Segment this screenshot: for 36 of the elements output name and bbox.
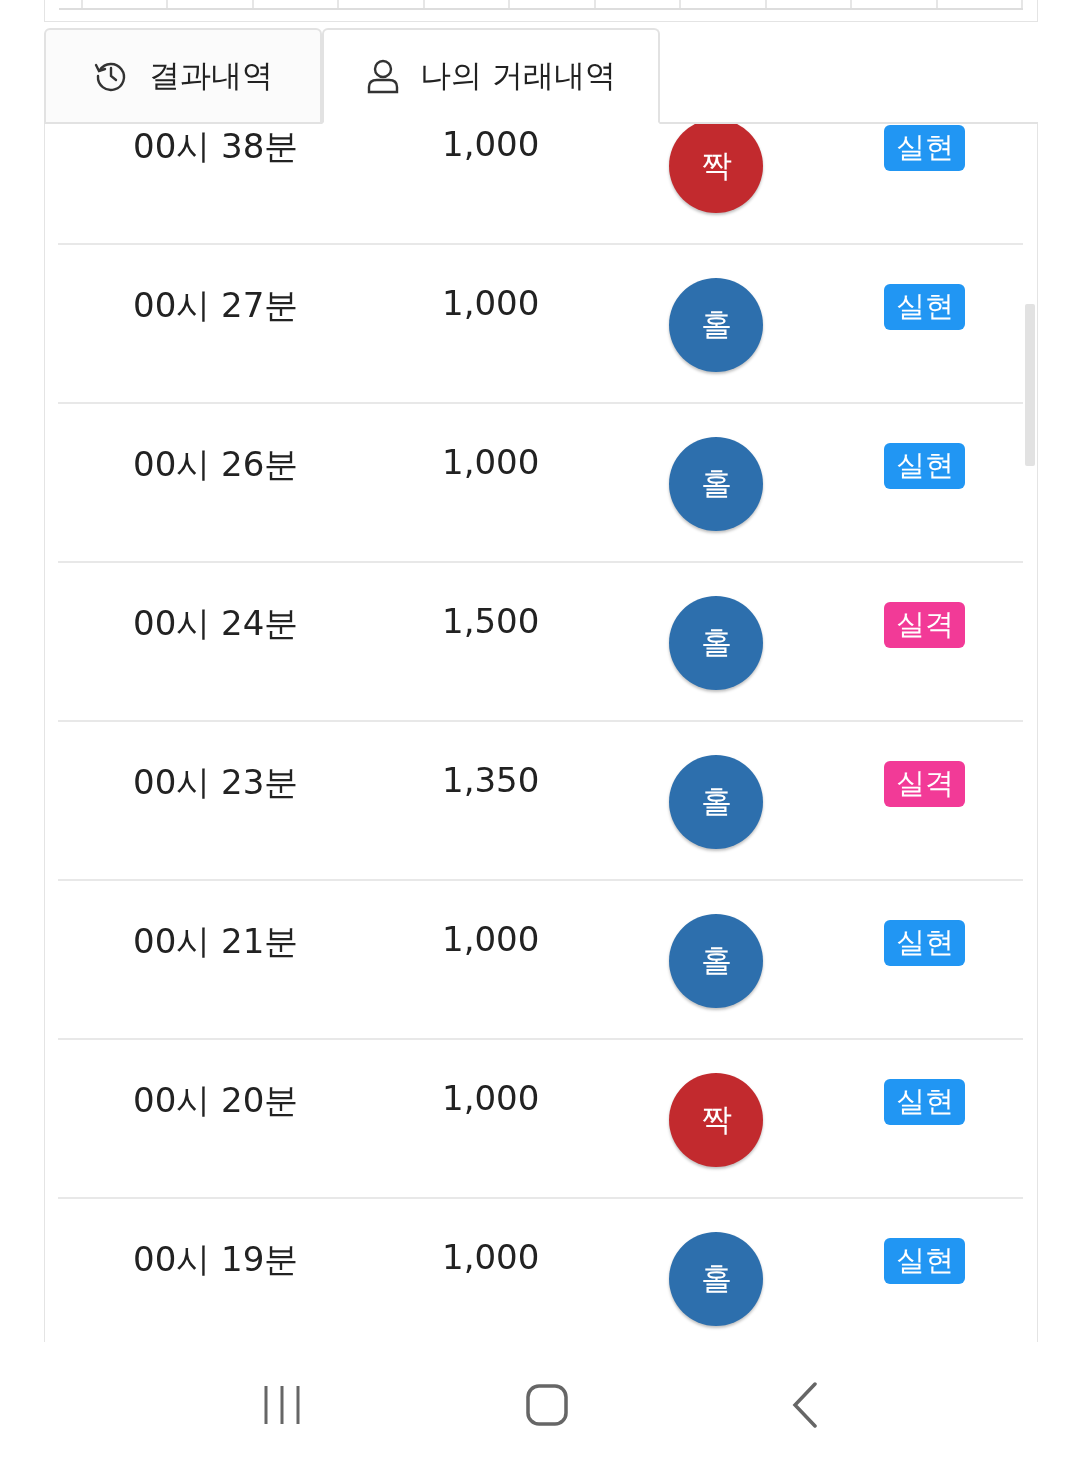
status-badge: 실격 <box>884 602 965 648</box>
amount-text: 1,350 <box>442 760 541 800</box>
time-text: 00시 19분 <box>133 1238 300 1281</box>
status-badge: 실현 <box>884 443 965 489</box>
status-badge: 실격 <box>884 761 965 807</box>
status-badge: 실현 <box>884 284 965 330</box>
amount-text: 1,000 <box>442 1078 541 1118</box>
tab[interactable]: 결과내역 <box>44 28 322 124</box>
time-text: 00시 24분 <box>133 602 300 645</box>
time-text: 00시 26분 <box>133 443 300 486</box>
scrollbar[interactable] <box>1025 304 1035 466</box>
pick-ball: 홀 <box>669 914 763 1008</box>
pick-ball: 홀 <box>669 1232 763 1326</box>
amount-text: 1,000 <box>442 124 541 164</box>
time-text: 00시 23분 <box>133 761 300 804</box>
time-text: 00시 21분 <box>133 920 300 963</box>
person-icon <box>366 58 401 94</box>
amount-text: 1,000 <box>442 442 541 482</box>
amount-text: 1,500 <box>442 601 541 641</box>
time-text: 00시 20분 <box>133 1079 300 1122</box>
pick-ball: 홀 <box>669 437 763 531</box>
status-badge: 실현 <box>884 1238 965 1284</box>
pick-ball: 홀 <box>669 755 763 849</box>
pick-ball: 홀 <box>669 278 763 372</box>
amount-text: 1,000 <box>442 283 541 323</box>
time-text: 00시 27분 <box>133 284 300 327</box>
amount-text: 1,000 <box>442 1237 541 1277</box>
time-text: 00시 38분 <box>133 125 300 168</box>
tab[interactable]: 나의 거래내역 <box>322 28 660 124</box>
pick-ball: 짝 <box>669 1073 763 1167</box>
status-badge: 실현 <box>884 1079 965 1125</box>
status-badge: 실현 <box>884 920 965 966</box>
amount-text: 1,000 <box>442 919 541 959</box>
pick-ball: 짝 <box>669 124 763 213</box>
pick-ball: 홀 <box>669 596 763 690</box>
status-badge: 실현 <box>884 125 965 171</box>
